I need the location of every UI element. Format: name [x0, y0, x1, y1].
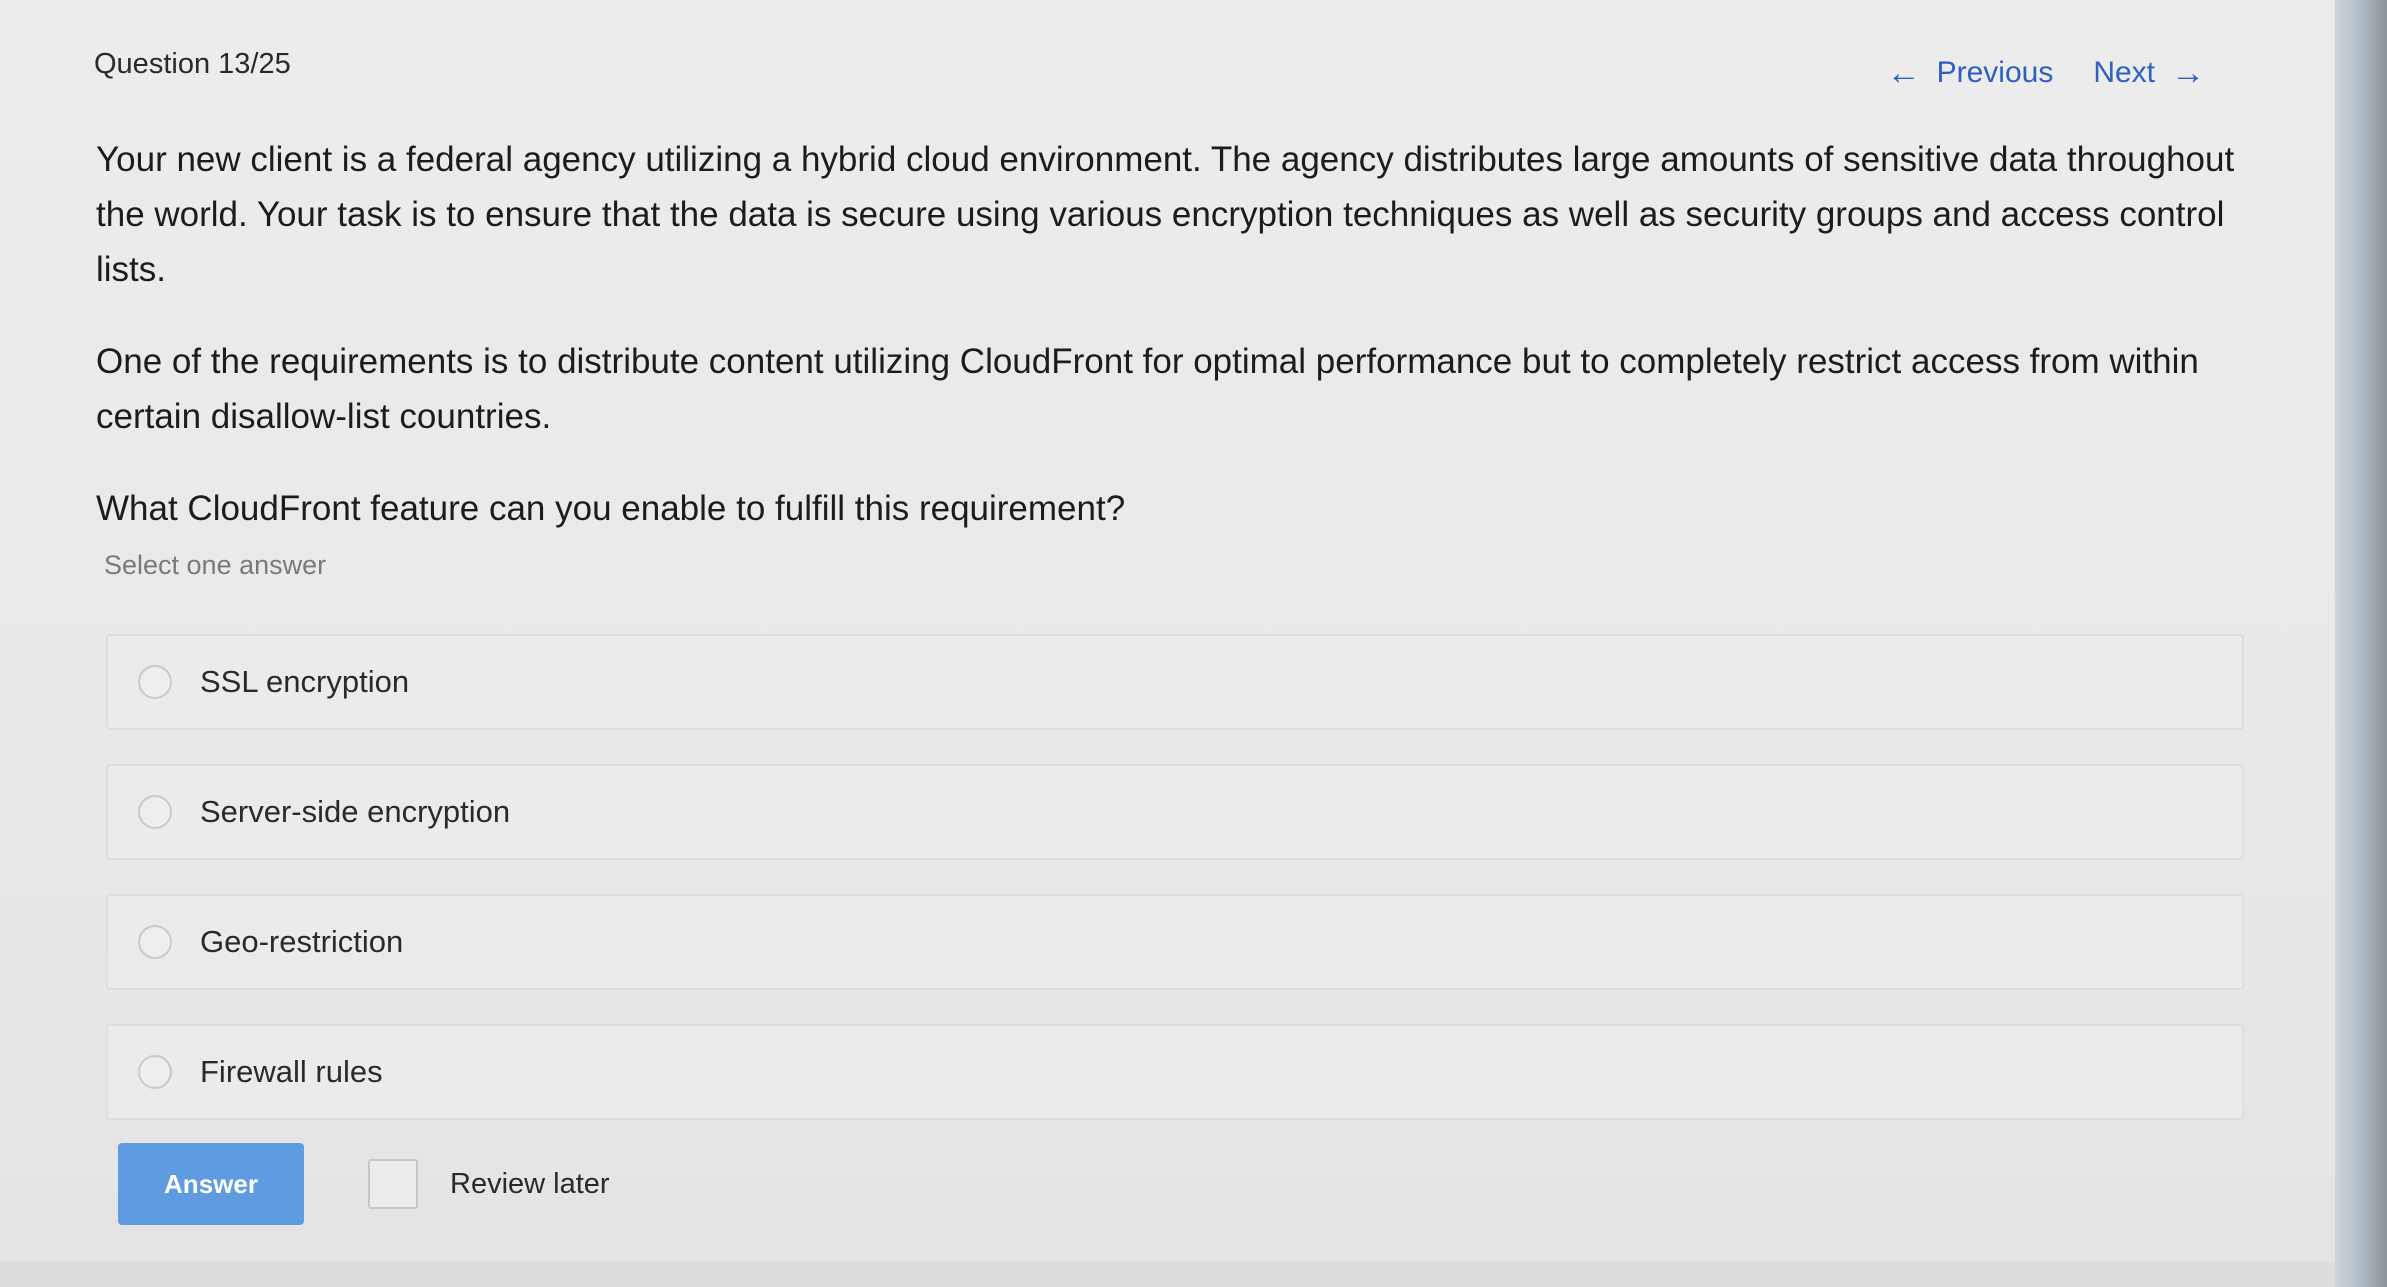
next-label: Next [2093, 56, 2155, 89]
answer-option-firewall-rules[interactable]: Firewall rules [106, 1024, 2244, 1120]
answer-button[interactable]: Answer [118, 1143, 304, 1225]
arrow-left-icon: ← [1886, 54, 1921, 92]
review-later-label: Review later [450, 1167, 610, 1200]
screen-edge [2335, 0, 2387, 1287]
radio-button[interactable] [138, 795, 172, 829]
question-prompt: What CloudFront feature can you enable t… [96, 489, 1126, 528]
select-hint: Select one answer [104, 550, 327, 580]
question-navigation: ← Previous Next → [1887, 56, 2205, 90]
answer-option-geo-restriction[interactable]: Geo-restriction [106, 894, 2244, 990]
question-paragraph-1: Your new client is a federal agency util… [96, 140, 2235, 289]
quiz-page: Question 13/25 ← Previous Next → Your ne… [0, 0, 2335, 1262]
arrow-right-icon: → [2171, 54, 2205, 92]
answer-option-label: Geo-restriction [200, 924, 404, 959]
radio-button[interactable] [138, 665, 172, 699]
radio-button[interactable] [138, 1055, 172, 1089]
answer-option-server-side-encryption[interactable]: Server-side encryption [106, 764, 2244, 860]
answer-controls: Answer Review later [118, 1143, 610, 1225]
answer-option-label: SSL encryption [200, 664, 410, 699]
previous-button[interactable]: ← Previous [1887, 56, 2054, 90]
next-button[interactable]: Next → [2093, 56, 2205, 90]
answer-options: SSL encryption Server-side encryption Ge… [106, 634, 2244, 1154]
question-paragraph-2: One of the requirements is to distribute… [96, 342, 2199, 436]
answer-option-label: Server-side encryption [200, 794, 511, 829]
question-counter: Question 13/25 [94, 48, 291, 80]
radio-button[interactable] [138, 925, 172, 959]
answer-option-label: Firewall rules [200, 1054, 383, 1089]
previous-label: Previous [1936, 56, 2054, 89]
answer-option-ssl-encryption[interactable]: SSL encryption [106, 634, 2244, 730]
question-body: Your new client is a federal agency util… [96, 132, 2246, 573]
review-later-checkbox[interactable] [368, 1159, 418, 1209]
